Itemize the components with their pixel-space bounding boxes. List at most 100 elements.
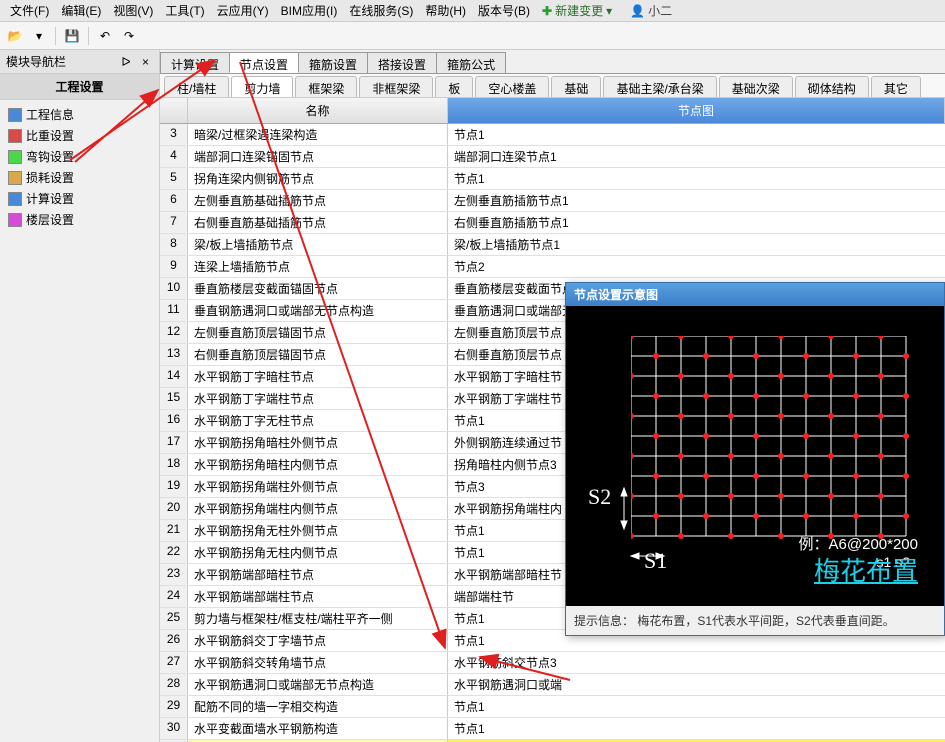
- menu-view[interactable]: 视图(V): [107, 2, 159, 19]
- cell-num: 4: [160, 146, 188, 167]
- subtab-3[interactable]: 非框架梁: [359, 76, 433, 97]
- save-icon[interactable]: 💾: [61, 25, 83, 47]
- sidebar-item-4[interactable]: 计算设置: [0, 188, 159, 209]
- subtab-2[interactable]: 框架梁: [295, 76, 357, 97]
- cell-name: 垂直筋楼层变截面锚固节点: [188, 278, 448, 299]
- tree-item-icon: [8, 129, 22, 143]
- sub-tabs: 柱/墙柱剪力墙框架梁非框架梁板空心楼盖基础基础主梁/承台梁基础次梁砌体结构其它: [160, 74, 945, 98]
- cell-node[interactable]: 水平钢筋遇洞口或端: [448, 674, 945, 695]
- tab-1[interactable]: 节点设置: [229, 52, 299, 73]
- subtab-4[interactable]: 板: [435, 76, 473, 97]
- sidebar-item-2[interactable]: 弯钩设置: [0, 146, 159, 167]
- open-icon[interactable]: 📂: [4, 25, 26, 47]
- tab-2[interactable]: 箍筋设置: [298, 52, 368, 73]
- user-button[interactable]: 👤 小二: [624, 2, 678, 19]
- table-row[interactable]: 6左侧垂直筋基础插筋节点左侧垂直筋插筋节点1: [160, 190, 945, 212]
- tree-item-label: 比重设置: [26, 127, 74, 144]
- cell-name: 右侧垂直筋基础插筋节点: [188, 212, 448, 233]
- plus-icon: ✚: [542, 4, 552, 18]
- cell-name: 水平钢筋拐角无柱内侧节点: [188, 542, 448, 563]
- undo-icon[interactable]: ↶: [94, 25, 116, 47]
- table-row[interactable]: 30水平变截面墙水平钢筋构造节点1: [160, 718, 945, 740]
- cell-num: 26: [160, 630, 188, 651]
- grid-header: 名称 节点图: [160, 98, 945, 124]
- sidebar-title: 工程设置: [0, 74, 159, 100]
- cell-name: 梁/板上墙插筋节点: [188, 234, 448, 255]
- menu-file[interactable]: 文件(F): [4, 2, 55, 19]
- user-icon: 👤: [630, 4, 645, 18]
- tab-4[interactable]: 箍筋公式: [436, 52, 506, 73]
- menu-cloud[interactable]: 云应用(Y): [211, 2, 275, 19]
- sidebar-item-5[interactable]: 楼层设置: [0, 209, 159, 230]
- pin-icon[interactable]: ᐅ: [117, 55, 134, 69]
- menu-online[interactable]: 在线服务(S): [343, 2, 419, 19]
- cell-num: 13: [160, 344, 188, 365]
- cell-num: 11: [160, 300, 188, 321]
- tree-item-icon: [8, 150, 22, 164]
- cell-num: 21: [160, 520, 188, 541]
- subtab-8[interactable]: 基础次梁: [719, 76, 793, 97]
- tree-item-label: 弯钩设置: [26, 148, 74, 165]
- redo-icon[interactable]: ↷: [118, 25, 140, 47]
- cell-name: 水平钢筋端部暗柱节点: [188, 564, 448, 585]
- table-row[interactable]: 9连梁上墙插筋节点节点2: [160, 256, 945, 278]
- sidebar-item-1[interactable]: 比重设置: [0, 125, 159, 146]
- cell-node[interactable]: 节点1: [448, 696, 945, 717]
- menu-edit[interactable]: 编辑(E): [55, 2, 107, 19]
- sidebar-item-0[interactable]: 工程信息: [0, 104, 159, 125]
- table-row[interactable]: 7右侧垂直筋基础插筋节点右侧垂直筋插筋节点1: [160, 212, 945, 234]
- cell-num: 3: [160, 124, 188, 145]
- cell-node[interactable]: 端部洞口连梁节点1: [448, 146, 945, 167]
- subtab-9[interactable]: 砌体结构: [795, 76, 869, 97]
- cell-name: 水平钢筋丁字端柱节点: [188, 388, 448, 409]
- table-row[interactable]: 29配筋不同的墙一字相交构造节点1: [160, 696, 945, 718]
- subtab-6[interactable]: 基础: [551, 76, 601, 97]
- cell-node[interactable]: 节点2: [448, 256, 945, 277]
- menu-version[interactable]: 版本号(B): [472, 2, 536, 19]
- node-diagram-popup: 节点设置示意图 S2 S1 例：A6@200*200 s1 s2 梅花布置: [565, 282, 945, 636]
- sidebar-item-3[interactable]: 损耗设置: [0, 167, 159, 188]
- cell-name: 水平钢筋斜交丁字墙节点: [188, 630, 448, 651]
- cell-node[interactable]: 节点1: [448, 718, 945, 739]
- dropdown-icon[interactable]: ▾: [28, 25, 50, 47]
- new-change-button[interactable]: ✚ 新建变更 ▾: [536, 2, 618, 19]
- tree-item-label: 损耗设置: [26, 169, 74, 186]
- table-row[interactable]: 5拐角连梁内侧钢筋节点节点1: [160, 168, 945, 190]
- cell-num: 25: [160, 608, 188, 629]
- new-change-label: 新建变更: [555, 2, 603, 19]
- subtab-5[interactable]: 空心楼盖: [475, 76, 549, 97]
- menu-help[interactable]: 帮助(H): [419, 2, 472, 19]
- cell-num: 29: [160, 696, 188, 717]
- subtab-0[interactable]: 柱/墙柱: [164, 76, 229, 97]
- popup-hint: 提示信息： 梅花布置，S1代表水平间距，S2代表垂直间距。: [566, 606, 944, 635]
- table-row[interactable]: 3暗梁/过框梁遇连梁构造节点1: [160, 124, 945, 146]
- tab-0[interactable]: 计算设置: [160, 52, 230, 73]
- close-icon[interactable]: ×: [138, 55, 153, 69]
- cell-name: 水平钢筋丁字暗柱节点: [188, 366, 448, 387]
- subtab-1[interactable]: 剪力墙: [231, 76, 293, 97]
- cell-node[interactable]: 梁/板上墙插筋节点1: [448, 234, 945, 255]
- cell-num: 20: [160, 498, 188, 519]
- subtab-7[interactable]: 基础主梁/承台梁: [603, 76, 716, 97]
- hint-text: 梅花布置，S1代表水平间距，S2代表垂直间距。: [637, 614, 894, 628]
- cell-name: 右侧垂直筋顶层锚固节点: [188, 344, 448, 365]
- cell-num: 9: [160, 256, 188, 277]
- cell-node[interactable]: 左侧垂直筋插筋节点1: [448, 190, 945, 211]
- cell-node[interactable]: 节点1: [448, 168, 945, 189]
- cell-name: 垂直钢筋遇洞口或端部无节点构造: [188, 300, 448, 321]
- cell-node[interactable]: 水平钢筋斜交节点3: [448, 652, 945, 673]
- cell-node[interactable]: 节点1: [448, 124, 945, 145]
- tree-item-label: 工程信息: [26, 106, 74, 123]
- dropdown-icon: ▾: [606, 4, 612, 18]
- cell-num: 23: [160, 564, 188, 585]
- menu-tools[interactable]: 工具(T): [159, 2, 210, 19]
- menu-bim[interactable]: BIM应用(I): [275, 2, 344, 19]
- table-row[interactable]: 27水平钢筋斜交转角墙节点水平钢筋斜交节点3: [160, 652, 945, 674]
- table-row[interactable]: 28水平钢筋遇洞口或端部无节点构造水平钢筋遇洞口或端: [160, 674, 945, 696]
- cell-num: 22: [160, 542, 188, 563]
- table-row[interactable]: 4端部洞口连梁锚固节点端部洞口连梁节点1: [160, 146, 945, 168]
- cell-node[interactable]: 右侧垂直筋插筋节点1: [448, 212, 945, 233]
- subtab-10[interactable]: 其它: [871, 76, 921, 97]
- table-row[interactable]: 8梁/板上墙插筋节点梁/板上墙插筋节点1: [160, 234, 945, 256]
- tab-3[interactable]: 搭接设置: [367, 52, 437, 73]
